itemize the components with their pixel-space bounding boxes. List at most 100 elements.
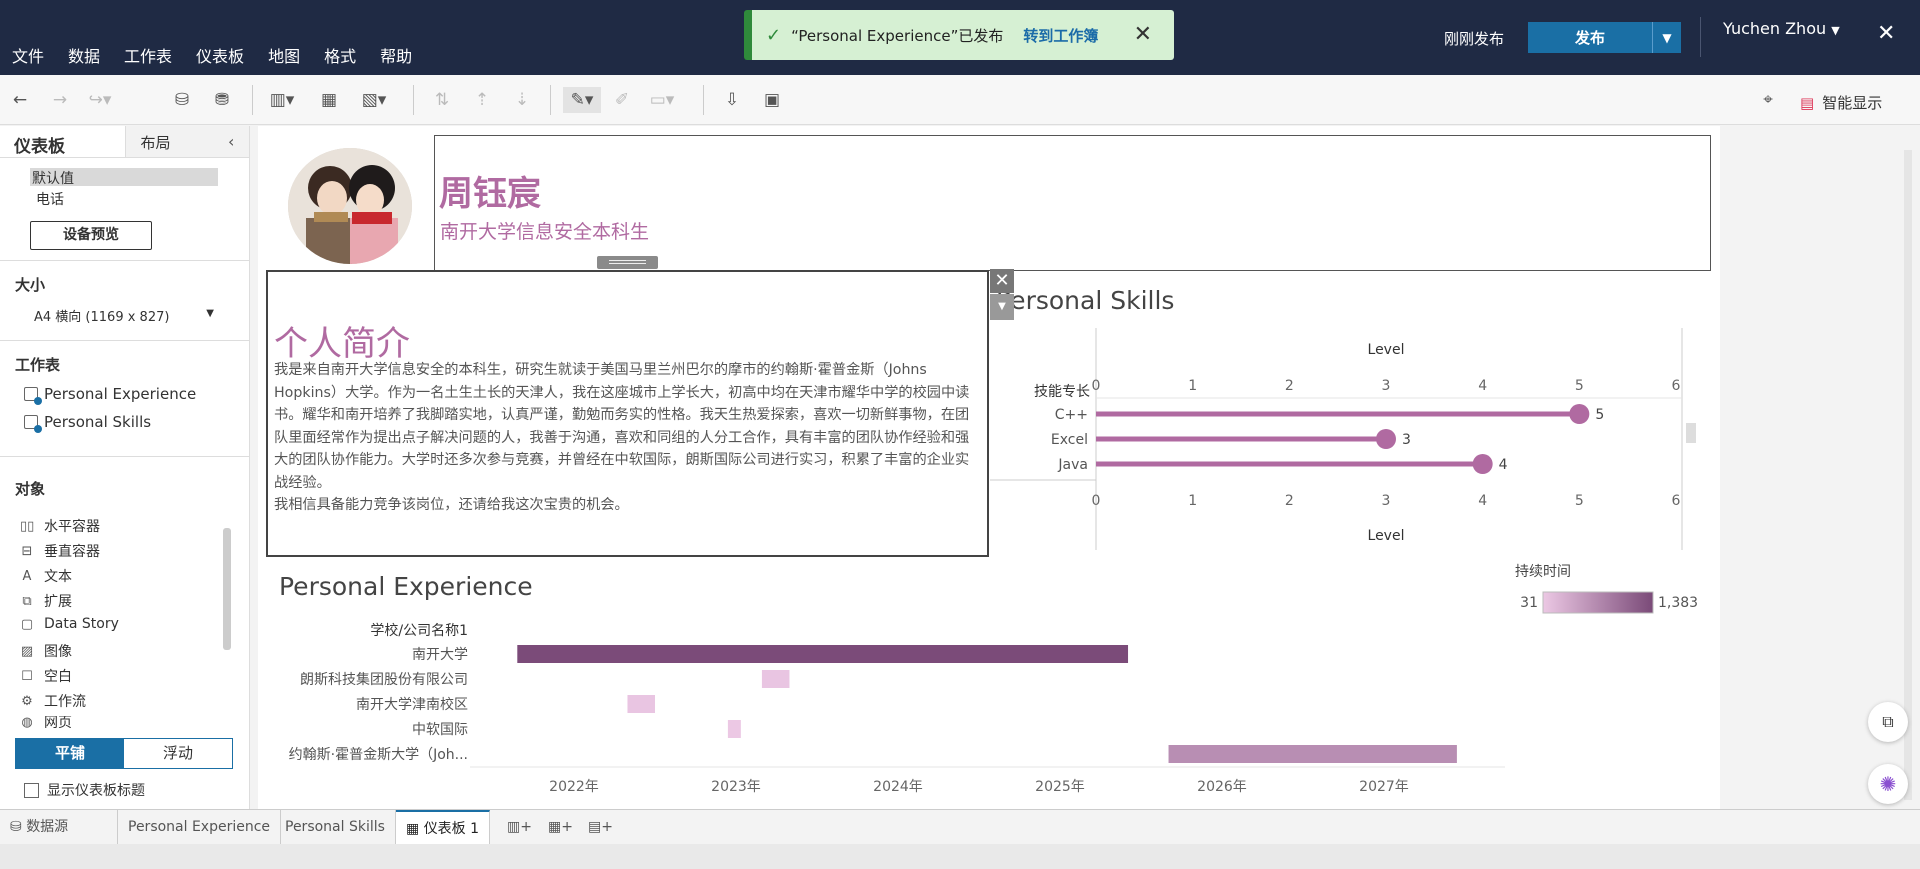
object-text[interactable]: A 文本 (20, 566, 72, 586)
category-label: Java (1057, 457, 1088, 473)
object-workflow[interactable]: ⚙ 工作流 (20, 691, 86, 711)
row-header: 技能专长 (1034, 384, 1090, 400)
tiled-button[interactable]: 平铺 (16, 739, 124, 768)
tab-personal-skills[interactable]: Personal Skills (275, 810, 396, 844)
highlight-icon[interactable]: ✎▾ (563, 87, 601, 113)
worksheet-icon (24, 415, 42, 433)
menu-file[interactable]: 文件 (12, 43, 44, 67)
menu-dashboard[interactable]: 仪表板 (196, 43, 244, 67)
undo-icon[interactable]: ← (6, 87, 34, 113)
smart-show-button[interactable]: ▤ 智能显示 (1800, 92, 1882, 113)
clear-sheet-icon[interactable]: ▧▾ (360, 87, 388, 113)
header-container[interactable] (434, 135, 1711, 271)
menu-worksheet[interactable]: 工作表 (124, 43, 172, 67)
duplicate-sheet-icon[interactable]: ▦ (315, 87, 343, 113)
annotate-icon[interactable]: ✐ (608, 87, 636, 113)
objects-scrollbar[interactable] (223, 528, 231, 650)
show-title-checkbox[interactable] (24, 782, 39, 798)
skills-chart[interactable]: LevelLevel技能专长 00112233445566C++ 5Excel 3Ja… (990, 328, 1696, 578)
replay-icon[interactable]: ↪▾ (86, 87, 114, 113)
new-story-tab-icon[interactable]: ▤+ (578, 810, 623, 844)
caret-down-icon[interactable]: ▼ (206, 308, 214, 319)
object-label[interactable]: 文本 (44, 566, 72, 586)
close-toast-icon[interactable]: ✕ (1134, 22, 1152, 47)
menu-bar: 文件 数据 工作表 仪表板 地图 格式 帮助 (12, 43, 436, 67)
ai-brain-icon[interactable]: ✺ (1868, 764, 1908, 804)
publish-button[interactable]: 发布 ▼ (1528, 22, 1681, 53)
profile-name: 周钰宸 (439, 174, 541, 214)
drag-handle[interactable] (597, 256, 658, 269)
sheet-item-personal-experience[interactable]: Personal Experience (24, 385, 196, 405)
go-to-workbook-link[interactable]: 转到工作簿 (1023, 25, 1098, 46)
caret-down-icon[interactable]: ▼ (1831, 24, 1839, 37)
new-datasource-icon[interactable]: ⛁ (168, 87, 196, 113)
menu-format[interactable]: 格式 (324, 43, 356, 67)
chevron-down-icon[interactable]: ▼ (1652, 22, 1681, 53)
menu-data[interactable]: 数据 (68, 43, 100, 67)
new-dashboard-tab-icon[interactable]: ▦+ (538, 810, 583, 844)
user-menu[interactable]: Yuchen Zhou ▼ (1700, 17, 1840, 57)
tab-label[interactable]: 数据源 (26, 819, 68, 835)
close-icon[interactable]: ✕ (1877, 21, 1895, 46)
sort-desc-icon[interactable]: ⇣ (508, 87, 536, 113)
menu-map[interactable]: 地图 (268, 43, 300, 67)
size-select[interactable]: A4 横向 (1169 x 827) ▼ (34, 306, 214, 325)
smart-show-label[interactable]: 智能显示 (1822, 92, 1882, 113)
tab-dashboard-1[interactable]: ▦ 仪表板 1 (396, 810, 491, 844)
tab-data-source[interactable]: ⛁ 数据源 (0, 810, 118, 844)
device-phone[interactable]: 电话 (36, 189, 64, 209)
device-preview-button[interactable]: 设备预览 (30, 221, 152, 250)
fit-icon[interactable]: ▭▾ (648, 87, 676, 113)
tab-label[interactable]: 仪表板 1 (424, 821, 479, 837)
user-name[interactable]: Yuchen Zhou (1723, 19, 1826, 38)
object-label[interactable]: Data Story (44, 616, 119, 632)
publish-button-label[interactable]: 发布 (1528, 27, 1652, 48)
sheet-label[interactable]: Personal Skills (44, 413, 151, 431)
sheet-label[interactable]: Personal Experience (44, 385, 196, 403)
object-horizontal-container[interactable]: ▯▯ 水平容器 (20, 516, 100, 536)
canvas-scrollbar[interactable] (1904, 150, 1912, 800)
object-label[interactable]: 扩展 (44, 591, 72, 611)
x-axis-title-top: Level (1368, 342, 1405, 358)
object-label[interactable]: 网页 (44, 716, 72, 728)
floating-button[interactable]: 浮动 (124, 739, 232, 768)
object-label[interactable]: 垂直容器 (44, 541, 100, 561)
pause-update-icon[interactable]: ⛃ (208, 87, 236, 113)
object-label[interactable]: 图像 (44, 641, 72, 661)
swap-icon[interactable]: ⇅ (428, 87, 456, 113)
tab-dashboard[interactable]: 仪表板 (0, 126, 125, 157)
experience-chart[interactable]: 学校/公司名称1 2022年 2023年 2024年 2025年 2026年 2027年 南开… (260, 562, 1700, 795)
more-options-icon[interactable]: ▼ (990, 294, 1014, 320)
object-image[interactable]: ▨ 图像 (20, 641, 72, 661)
assistant-icon[interactable]: ⧉ (1868, 702, 1908, 742)
object-web-page[interactable]: ◍ 网页 (20, 716, 72, 728)
object-blank[interactable]: ☐ 空白 (20, 666, 72, 686)
object-label[interactable]: 水平容器 (44, 516, 100, 536)
device-default[interactable]: 默认值 (30, 168, 218, 187)
presentation-icon[interactable]: ▣ (758, 87, 786, 113)
gantt-bar (761, 670, 790, 688)
object-data-story[interactable]: ▢ Data Story (20, 616, 119, 632)
redo-icon[interactable]: → (46, 87, 74, 113)
sheet-item-personal-skills[interactable]: Personal Skills (24, 413, 151, 433)
show-title-label[interactable]: 显示仪表板标题 (47, 780, 145, 800)
show-title-option[interactable]: 显示仪表板标题 (24, 780, 145, 800)
object-extension[interactable]: ⧉ 扩展 (20, 591, 72, 611)
pin-icon[interactable]: ⌖ (1754, 87, 1782, 113)
menu-help[interactable]: 帮助 (380, 43, 412, 67)
collapse-panel-icon[interactable]: ‹ (228, 132, 234, 151)
tab-personal-experience[interactable]: Personal Experience (118, 810, 282, 844)
new-worksheet-tab-icon[interactable]: ▥+ (497, 810, 542, 844)
object-label[interactable]: 空白 (44, 666, 72, 686)
legend-max: 1,383 (1658, 595, 1698, 611)
download-icon[interactable]: ⇩ (718, 87, 746, 113)
x-tick-label-top: 0 (1092, 378, 1101, 394)
object-label[interactable]: 工作流 (44, 691, 86, 711)
close-icon[interactable]: ✕ (990, 269, 1014, 293)
toast-message: “Personal Experience”已发布 (791, 26, 1004, 45)
new-worksheet-icon[interactable]: ▥▾ (268, 87, 296, 113)
sort-asc-icon[interactable]: ⇡ (468, 87, 496, 113)
size-value[interactable]: A4 横向 (1169 x 827) (34, 310, 169, 325)
size-heading: 大小 (15, 276, 46, 294)
object-vertical-container[interactable]: ⊟ 垂直容器 (20, 541, 100, 561)
